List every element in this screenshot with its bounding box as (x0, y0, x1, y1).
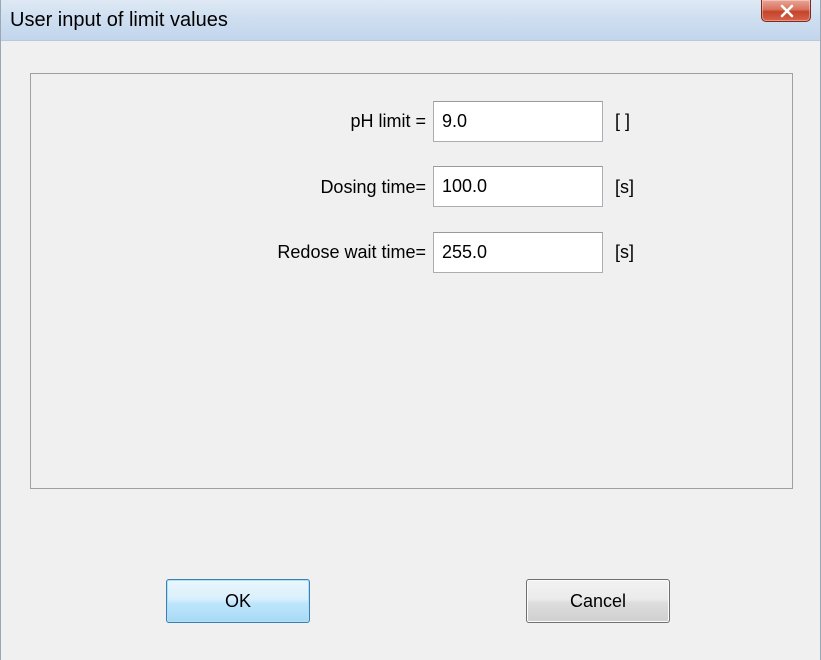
redose-wait-time-unit: [s] (615, 242, 635, 262)
dosing-time-label: Dosing time= (320, 177, 426, 197)
dosing-time-unit: [s] (615, 177, 635, 197)
ph-limit-input[interactable] (433, 101, 603, 142)
close-icon (780, 4, 794, 18)
close-button[interactable] (761, 0, 811, 22)
ph-limit-unit: [ ] (615, 111, 631, 131)
redose-wait-time-input[interactable] (433, 232, 603, 273)
limit-values-group (30, 73, 793, 489)
cancel-button[interactable]: Cancel (526, 579, 670, 623)
dialog-window: User input of limit values pH limit = [ … (0, 0, 821, 660)
window-title: User input of limit values (10, 9, 228, 31)
ok-button[interactable]: OK (166, 579, 310, 623)
title-bar[interactable]: User input of limit values (1, 0, 820, 41)
dosing-time-input[interactable] (433, 166, 603, 207)
redose-wait-time-label: Redose wait time= (277, 242, 426, 262)
ph-limit-label: pH limit = (350, 111, 426, 131)
